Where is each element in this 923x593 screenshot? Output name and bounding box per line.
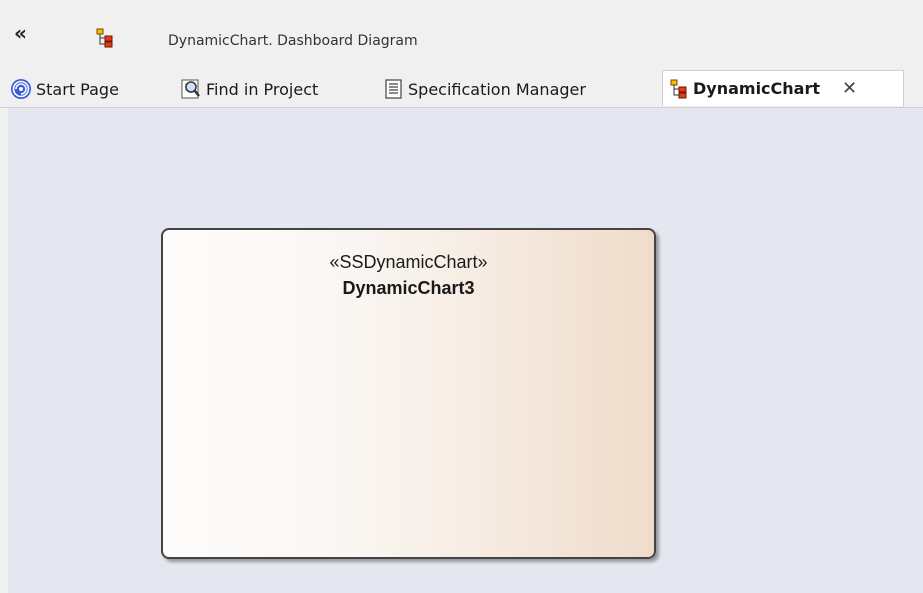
diagram-icon [669,79,689,99]
dynamic-chart-element[interactable]: «SSDynamicChart» DynamicChart3 [161,228,656,559]
tab-specification-manager[interactable]: Specification Manager [384,71,586,107]
tab-dynamicchart[interactable]: DynamicChart ✕ [662,70,904,106]
diagram-toolbar: « DynamicChart. Dashboard Diagram [0,0,923,63]
close-tab-icon[interactable]: ✕ [842,78,857,99]
tab-start-page-label: Start Page [36,79,119,99]
find-in-project-icon [180,78,202,100]
tab-strip: Start Page Find in Project Specification… [0,70,923,108]
tab-specification-manager-label: Specification Manager [408,79,586,99]
tab-dynamicchart-label: DynamicChart [693,79,821,98]
diagram-breadcrumb: DynamicChart. Dashboard Diagram [168,33,418,49]
tab-find-in-project-label: Find in Project [206,79,319,99]
specification-manager-icon [384,78,404,100]
tab-start-page[interactable]: Start Page [10,71,119,107]
diagram-canvas[interactable]: «SSDynamicChart» DynamicChart3 [8,108,923,593]
element-stereotype: «SSDynamicChart» [329,252,488,272]
diagram-icon[interactable] [96,28,114,52]
tab-find-in-project[interactable]: Find in Project [180,71,318,107]
collapse-panel-button[interactable]: « [14,23,27,43]
element-name: DynamicChart3 [342,278,475,298]
start-page-icon [10,78,32,100]
